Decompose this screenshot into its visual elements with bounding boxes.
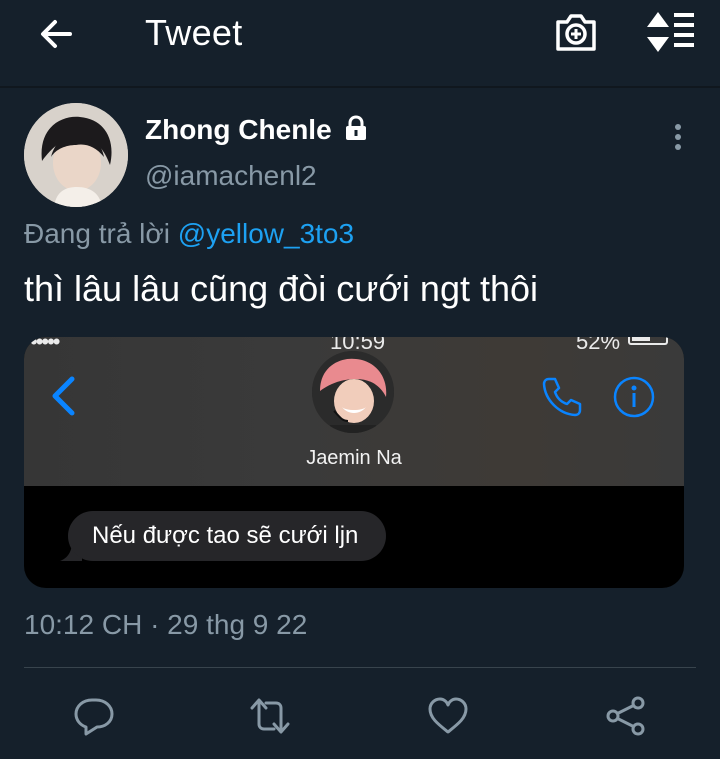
- page-title: Tweet: [145, 12, 243, 53]
- actions-divider: [24, 667, 696, 668]
- chevron-left-icon: [48, 375, 78, 417]
- header-divider: [0, 86, 720, 88]
- contact-avatar: [312, 351, 394, 433]
- message-bubble: Nếu được tao sẽ cưới ljn: [68, 511, 386, 561]
- reply-context: Đang trả lời @yellow_3to3: [24, 218, 354, 250]
- battery-icon: [628, 337, 668, 345]
- contact-name: Jaemin Na: [306, 447, 402, 469]
- app-bar: Tweet: [0, 0, 720, 68]
- like-icon[interactable]: [426, 694, 470, 738]
- tweet-text: thì lâu lâu cũng đòi cưới ngt thôi: [24, 268, 539, 309]
- author-name[interactable]: Zhong Chenle: [145, 114, 332, 146]
- sort-icon[interactable]: [646, 10, 696, 54]
- retweet-icon[interactable]: [248, 694, 292, 738]
- back-arrow-icon[interactable]: [36, 14, 76, 54]
- more-options-icon[interactable]: [668, 123, 688, 153]
- message-header: ••••• 10:59 52% Jaemin Na: [24, 337, 684, 486]
- signal-indicator: •••••: [30, 337, 60, 354]
- lock-icon: [342, 114, 370, 142]
- phone-icon: [540, 375, 584, 419]
- tweet-media-image[interactable]: ••••• 10:59 52% Jaemin Na Nếu được tao s…: [24, 337, 684, 588]
- reply-prefix: Đang trả lời: [24, 218, 170, 249]
- battery-percent: 52%: [576, 337, 621, 354]
- reply-icon[interactable]: [72, 694, 116, 738]
- reply-mention-link[interactable]: @yellow_3to3: [178, 218, 354, 249]
- camera-add-icon[interactable]: [554, 10, 598, 54]
- avatar[interactable]: [24, 103, 128, 207]
- share-icon[interactable]: [604, 694, 648, 738]
- author-handle[interactable]: @iamachenl2: [145, 160, 317, 192]
- info-icon: [612, 375, 656, 419]
- tweet-timestamp: 10:12 CH · 29 thg 9 22: [24, 609, 308, 640]
